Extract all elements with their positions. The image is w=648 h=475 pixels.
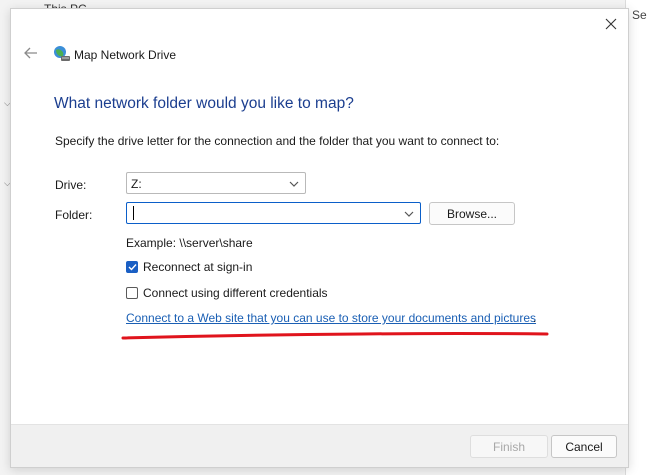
web-site-link[interactable]: Connect to a Web site that you can use t…: [126, 311, 536, 325]
back-arrow-icon: [24, 47, 37, 59]
explorer-search-text: Se: [632, 8, 647, 22]
reconnect-checkbox-row[interactable]: Reconnect at sign-in: [126, 260, 252, 274]
folder-label: Folder:: [55, 208, 93, 222]
checkmark-icon: [128, 264, 137, 271]
credentials-label: Connect using different credentials: [143, 286, 328, 300]
credentials-checkbox-row[interactable]: Connect using different credentials: [126, 286, 328, 300]
reconnect-label: Reconnect at sign-in: [143, 260, 253, 274]
drive-select[interactable]: Z:: [126, 172, 306, 194]
drive-select-value: Z:: [131, 177, 142, 191]
finish-button[interactable]: Finish: [470, 435, 548, 458]
example-text: Example: \\server\share: [126, 236, 253, 250]
page-heading: What network folder would you like to ma…: [54, 95, 354, 112]
chevron-down-icon[interactable]: [402, 207, 416, 221]
instruction-text: Specify the drive letter for the connect…: [55, 134, 500, 148]
text-caret: [133, 206, 134, 220]
chevron-down-icon: [289, 181, 299, 187]
red-annotation-underline: [121, 332, 549, 340]
drive-label: Drive:: [55, 178, 87, 192]
network-drive-icon: [53, 45, 71, 63]
dialog-footer: Finish Cancel: [11, 424, 628, 467]
map-network-drive-dialog: Map Network Drive What network folder wo…: [10, 8, 629, 468]
cancel-button[interactable]: Cancel: [551, 435, 617, 458]
back-button[interactable]: [21, 44, 41, 62]
folder-input[interactable]: [126, 202, 421, 224]
close-icon: [605, 18, 617, 30]
close-button[interactable]: [600, 13, 622, 35]
dialog-title: Map Network Drive: [74, 48, 177, 62]
link-period: .: [533, 311, 537, 325]
reconnect-checkbox[interactable]: [126, 261, 138, 273]
browse-button[interactable]: Browse...: [429, 202, 515, 225]
credentials-checkbox[interactable]: [126, 287, 138, 299]
